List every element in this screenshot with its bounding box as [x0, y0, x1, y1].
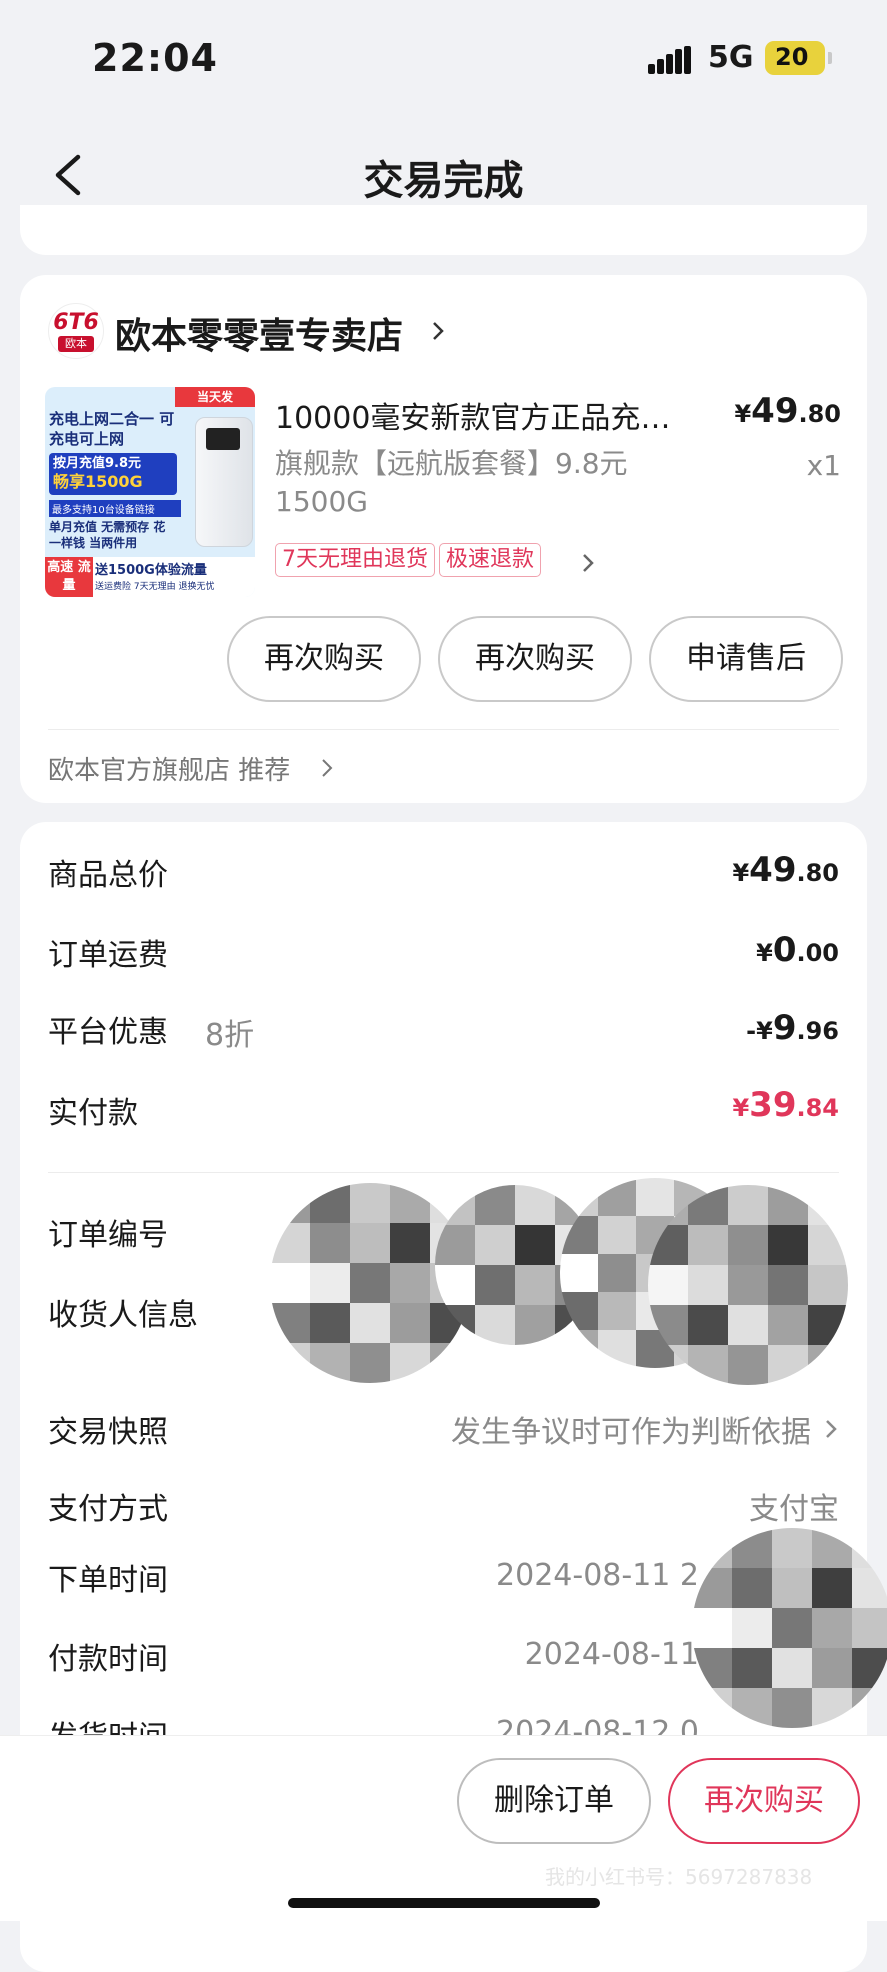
pay-time-label: 付款时间 [48, 1642, 168, 1677]
chevron-right-icon[interactable] [320, 757, 334, 779]
currency: ¥ [732, 1094, 750, 1122]
power-bank-illustration [195, 417, 253, 547]
rebuy-primary-button[interactable]: 再次购买 [668, 1758, 860, 1844]
rebuy-button-2[interactable]: 再次购买 [438, 616, 632, 702]
amount-integer: 49 [749, 850, 797, 890]
store-logo[interactable]: 6T6 欧本 [48, 303, 104, 359]
thumb-pill-b: 畅享1500G [53, 472, 143, 491]
battery-icon: 20 [765, 41, 825, 75]
divider [48, 729, 839, 730]
divider [48, 1172, 839, 1173]
order-item-card: 6T6 欧本 欧本零零壹专卖店 当天发 充电上网二合一 可充电可上网 按月充值9… [20, 275, 867, 803]
thumb-badge: 当天发 [175, 387, 255, 407]
network-type: 5G [708, 40, 754, 75]
store-logo-tag: 欧本 [58, 336, 94, 352]
minus-sign: - [746, 1017, 757, 1045]
amount-decimal: .80 [796, 859, 839, 887]
store-recommend-link[interactable]: 欧本官方旗舰店 推荐 [48, 750, 290, 787]
product-spec: 旗舰款【远航版套餐】9.8元1500G [275, 447, 628, 518]
amount-decimal: .96 [796, 1017, 839, 1045]
signal-icon [648, 46, 692, 74]
order-time-label: 下单时间 [48, 1563, 168, 1598]
currency: ¥ [756, 1017, 773, 1045]
order-time-value: 2024-08-11 2 [496, 1558, 699, 1593]
thumb-pill-a: 按月充值9.8元 [53, 456, 142, 471]
chevron-right-icon[interactable] [428, 319, 448, 343]
product-price: ¥49.80 [734, 391, 841, 431]
price-integer: 49 [751, 391, 799, 431]
delete-order-button[interactable]: 删除订单 [457, 1758, 651, 1844]
price-currency: ¥ [734, 400, 752, 428]
paid-amount: ¥39.84 [732, 1085, 839, 1125]
previous-card-edge [20, 205, 867, 255]
discount-amount: -¥9.96 [746, 1008, 839, 1048]
paid-label: 实付款 [48, 1096, 138, 1131]
product-quantity: x1 [806, 449, 841, 482]
amount-integer: 0 [772, 930, 797, 970]
total-label: 商品总价 [48, 858, 168, 893]
shipping-label: 订单运费 [48, 938, 168, 973]
payment-method-label: 支付方式 [48, 1492, 168, 1527]
order-number-label: 订单编号 [48, 1218, 168, 1253]
watermark-text: 我的小红书号：5697287838 [545, 1865, 813, 1889]
product-image[interactable]: 当天发 充电上网二合一 可充电可上网 按月充值9.8元 畅享1500G 最多支持… [45, 387, 255, 597]
bottom-action-bar: 删除订单 再次购买 我的小红书号：5697287838 [0, 1735, 887, 1921]
chevron-right-icon[interactable] [823, 1417, 839, 1441]
discount-label: 平台优惠 [48, 1015, 168, 1050]
thumb-bottom-small: 送运费险 7天无理由 退换无忧 [95, 582, 215, 592]
store-logo-mark: 6T6 [53, 310, 99, 335]
total-amount: ¥49.80 [732, 850, 839, 890]
amount-integer: 39 [749, 1085, 797, 1125]
tag-refund: 极速退款 [439, 543, 542, 577]
status-bar: 22:04 5G 20 [0, 0, 887, 110]
thumb-small-text: 最多支持10台设备链接 [49, 500, 181, 517]
thumb-bottom-text: 送1500G体验流量 [95, 563, 207, 578]
discount-rate: 8折 [205, 1018, 255, 1053]
amount-decimal: .84 [796, 1094, 839, 1122]
tag-return: 7天无理由退货 [275, 543, 435, 577]
battery-cap [828, 52, 832, 64]
service-tags[interactable]: 7天无理由退货 极速退款 [275, 543, 545, 579]
payment-method-value: 支付宝 [749, 1492, 839, 1527]
receiver-label: 收货人信息 [48, 1298, 198, 1333]
thumb-headline: 充电上网二合一 可充电可上网 [49, 410, 175, 448]
snapshot-label: 交易快照 [48, 1415, 168, 1450]
home-indicator[interactable] [288, 1898, 600, 1908]
status-time: 22:04 [92, 36, 218, 80]
currency: ¥ [756, 939, 773, 967]
rebuy-button[interactable]: 再次购买 [227, 616, 421, 702]
page-title: 交易完成 [363, 158, 524, 204]
shipping-amount: ¥0.00 [756, 930, 839, 970]
thumb-sub-text: 单月充值 无需预存 花一样钱 当两件用 [49, 520, 166, 550]
privacy-mosaic [648, 1185, 848, 1385]
after-sale-button[interactable]: 申请售后 [649, 616, 843, 702]
pay-time-value: 2024-08-11 [524, 1637, 699, 1672]
battery-level: 20 [775, 43, 809, 71]
price-decimal: .80 [798, 400, 841, 428]
product-title[interactable]: 10000毫安新款官方正品充电宝 [275, 393, 695, 437]
amount-decimal: .00 [796, 939, 839, 967]
amount-integer: 9 [772, 1008, 797, 1048]
thumb-pill: 按月充值9.8元 畅享1500G [49, 453, 177, 495]
thumb-bottom-badge: 高速 流量 [45, 557, 93, 597]
chevron-right-icon[interactable] [580, 551, 596, 575]
snapshot-value[interactable]: 发生争议时可作为判断依据 [451, 1407, 811, 1451]
privacy-mosaic [692, 1528, 887, 1728]
currency: ¥ [732, 859, 750, 887]
store-name[interactable]: 欧本零零壹专卖店 [115, 307, 403, 359]
